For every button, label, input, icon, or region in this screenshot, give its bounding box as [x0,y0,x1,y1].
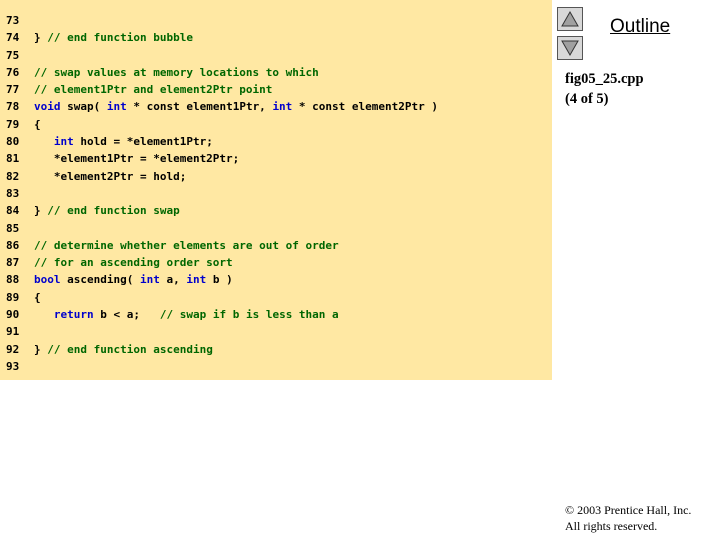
line-number: 74 [6,31,20,45]
code-token-code: b ) [206,273,233,287]
line-number: 75 [6,48,20,62]
code-token-comment: // end function ascending [47,342,213,356]
line-number: 82 [6,169,20,183]
code-token-keyword: bool [34,273,61,287]
page-indicator: (4 of 5) [565,91,609,107]
code-line: 91 [6,323,438,340]
rights-line: All rights reserved. [565,519,658,533]
code-token-code [34,135,54,148]
code-panel: 73 74} // end function bubble 75 76 // swap … [0,0,552,380]
line-number: 79 [6,117,20,131]
code-token-code: { [34,117,41,131]
copyright-line: © 2003 Prentice Hall, Inc. [565,503,692,517]
code-token-comment: // swap values at memory locations to wh… [34,65,319,79]
triangle-up-icon [561,10,579,27]
code-token-code: } [34,31,48,45]
code-token-comment: // end function bubble [47,31,193,45]
code-token-code: * const element1Ptr, [126,100,273,114]
next-slide-button[interactable] [557,36,583,60]
code-token-code: *element2Ptr = hold; [34,169,187,183]
triangle-down-icon [561,40,579,57]
code-token-comment: // determine whether elements are out of… [34,238,339,252]
code-line: 89 { [6,289,438,306]
code-token-code: ascending( [60,273,140,287]
file-name-label: fig05_25.cpp [565,71,644,87]
code-token-code: hold = *element1Ptr; [73,135,213,149]
code-line: 83 [6,185,438,202]
line-number: 91 [6,325,20,339]
code-line: 80 int hold = *element1Ptr; [6,133,438,150]
line-number: 90 [6,308,20,322]
code-token-keyword: int [53,135,74,149]
line-number: 77 [6,83,20,97]
code-token-comment: // end function swap [47,204,180,218]
code-line: 74} // end function bubble [6,29,438,46]
code-token-keyword: int [186,273,207,287]
code-token-comment: // swap if b is less than a [159,308,339,322]
code-line: 88 bool ascending( int a, int b ) [6,271,438,288]
code-token-code: } [34,342,48,356]
code-line: 73 [6,12,438,29]
code-line: 82 *element2Ptr = hold; [6,168,438,185]
line-number: 93 [6,359,20,373]
line-number: 87 [6,256,20,270]
code-line: 85 [6,220,438,237]
line-number: 88 [6,273,20,287]
previous-slide-button[interactable] [557,7,583,31]
code-line: 87 // for an ascending order sort [6,254,438,271]
outline-link[interactable]: Outline [610,16,670,38]
code-token-keyword: return [53,308,94,322]
line-number: 92 [6,342,20,356]
line-number: 89 [6,290,20,304]
copyright-notice: © 2003 Prentice Hall, Inc. All rights re… [565,502,691,534]
code-token-keyword: void [34,100,61,114]
line-number: 76 [6,65,20,79]
line-number: 73 [6,14,20,27]
code-token-keyword: int [139,273,160,287]
code-line: 76 // swap values at memory locations to … [6,64,438,81]
line-number: 86 [6,238,20,252]
code-line: 79 { [6,116,438,133]
line-number: 81 [6,152,20,166]
code-line: 92} // end function ascending [6,341,438,358]
code-token-code: a, [159,273,187,287]
code-line: 78 void swap( int * const element1Ptr, in… [6,98,438,115]
code-token-code: * const element2Ptr ) [292,100,439,114]
code-line: 81 *element1Ptr = *element2Ptr; [6,150,438,167]
code-token-code: swap( [60,100,107,114]
code-token-code: *element1Ptr = *element2Ptr; [34,152,240,166]
code-line: 90 return b < a; // swap if b is less th… [6,306,438,323]
code-token-comment: // element1Ptr and element2Ptr point [34,83,273,97]
code-token-code: b < a; [93,308,160,322]
code-token-keyword: int [106,100,127,114]
code-line: 84} // end function swap [6,202,438,219]
code-line: 93 [6,358,438,375]
code-token-code: } [34,204,48,218]
line-number: 84 [6,204,20,218]
line-number: 78 [6,100,20,114]
code-line: 75 [6,47,438,64]
code-token-keyword: int [272,100,293,114]
code-token-code [34,308,54,321]
line-number: 83 [6,186,20,200]
code-token-code: { [34,290,41,304]
line-number: 80 [6,135,20,149]
code-line: 86 // determine whether elements are out … [6,237,438,254]
line-number: 85 [6,221,20,235]
code-token-comment: // for an ascending order sort [34,256,233,270]
code-line: 77 // element1Ptr and element2Ptr point [6,81,438,98]
code-listing: 73 74} // end function bubble 75 76 // swap … [6,12,438,375]
